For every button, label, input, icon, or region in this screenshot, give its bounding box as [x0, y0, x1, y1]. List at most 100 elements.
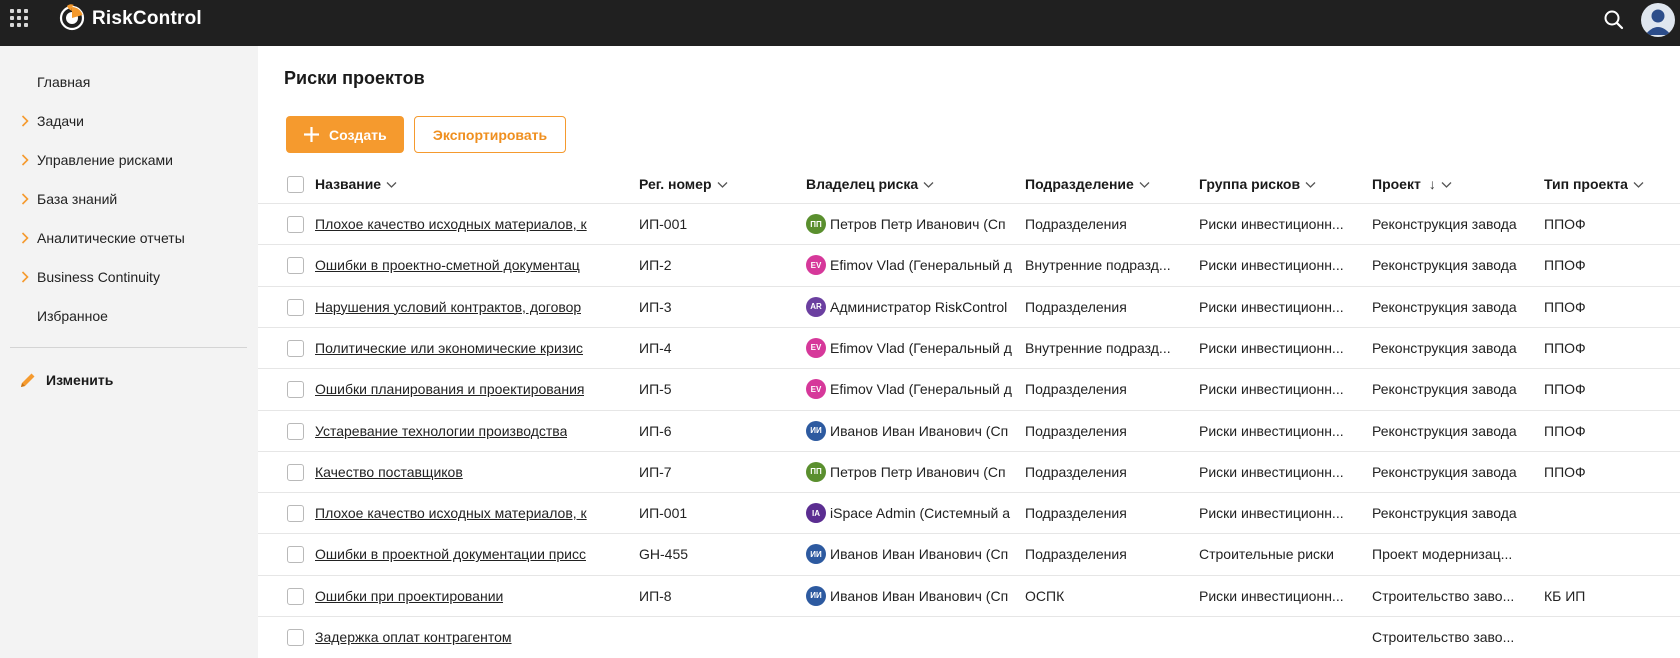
reg-number-cell: ИП-001 [639, 216, 688, 232]
owner-name: iSpace Admin (Системный а [830, 505, 1011, 522]
row-checkbox[interactable] [287, 216, 304, 233]
owner-avatar: EV [806, 337, 826, 358]
project-type-cell: ППОФ [1544, 216, 1586, 232]
table-row[interactable]: Нарушения условий контрактов, договор ИП-… [258, 285, 1680, 327]
project-type-cell: ППОФ [1544, 463, 1586, 480]
risk-owner-cell: ПП Петров Петр Иванович (Сп [806, 461, 1017, 484]
column-header-2[interactable]: Рег. номер [639, 176, 728, 192]
row-checkbox[interactable] [287, 422, 304, 440]
row-checkbox[interactable] [287, 463, 304, 481]
row-checkbox[interactable] [287, 257, 304, 275]
export-button[interactable]: Экспортировать [414, 116, 566, 153]
column-header-3[interactable]: Владелец риска [806, 176, 934, 192]
risk-group-cell: Риски инвестиционн... [1199, 422, 1344, 439]
reg-number-cell: ИП-8 [639, 587, 672, 604]
sidebar-item-1[interactable]: Главная [0, 67, 258, 97]
table-row[interactable]: Устаревание технологии производства ИП-6 И… [258, 409, 1680, 451]
risk-name-link[interactable]: Политические или экономические кризис [315, 340, 583, 356]
risk-group-cell: Риски инвестиционн... [1199, 257, 1344, 274]
column-header-1[interactable]: Название [315, 176, 397, 192]
sidebar-item-3[interactable]: Управление рисками [0, 145, 258, 175]
department-cell: Подразделения [1025, 463, 1127, 480]
project-cell: Реконструкция завода [1372, 422, 1517, 439]
row-checkbox[interactable] [287, 587, 304, 605]
risk-name-link[interactable]: Ошибки планирования и проектирования [315, 381, 584, 397]
risk-name-link[interactable]: Ошибки при проектировании [315, 588, 503, 604]
owner-name: Петров Петр Иванович (Сп [830, 463, 1006, 480]
department-cell: Подразделения [1025, 216, 1127, 232]
risk-owner-cell: ИИ Иванов Иван Иванович (Сп [806, 420, 1017, 443]
chevron-down-icon [1441, 182, 1452, 189]
search-icon[interactable] [1603, 9, 1625, 31]
riskcontrol-logo[interactable] [58, 3, 86, 31]
risk-group-cell: Риски инвестиционн... [1199, 463, 1344, 480]
risk-name-link[interactable]: Ошибки в проектной документации присс [315, 546, 586, 562]
apps-grid-icon[interactable] [10, 9, 28, 27]
owner-avatar: ИИ [806, 544, 826, 565]
table-row[interactable]: Ошибки планирования и проектирования ИП-5… [258, 368, 1680, 409]
table-row[interactable]: Задержка оплат контрагентом Строительство… [258, 616, 1680, 657]
sidebar-item-6[interactable]: Business Continuity [0, 262, 258, 292]
column-header-5[interactable]: Группа рисков [1199, 176, 1316, 192]
owner-name: Иванов Иван Иванович (Сп [830, 587, 1009, 604]
table-row[interactable]: Политические или экономические кризис ИП-… [258, 326, 1680, 368]
risk-owner-cell: ИИ Иванов Иван Иванович (Сп [806, 544, 1017, 566]
project-type-cell: ППОФ [1544, 381, 1586, 398]
row-checkbox[interactable] [287, 505, 304, 523]
column-header-6[interactable]: Проект ↓ [1372, 176, 1452, 192]
edit-navigation-button[interactable]: Изменить [0, 364, 258, 394]
reg-number-cell: GH-455 [639, 546, 689, 563]
user-avatar-icon[interactable] [1641, 3, 1675, 37]
column-header-7[interactable]: Тип проекта [1544, 176, 1644, 192]
sidebar-item-5[interactable]: Аналитические отчеты [0, 223, 258, 253]
risk-name-link[interactable]: Плохое качество исходных материалов, к [315, 216, 587, 232]
project-cell: Реконструкция завода [1372, 505, 1517, 522]
row-checkbox[interactable] [287, 546, 304, 564]
sidebar-item-2[interactable]: Задачи [0, 106, 258, 136]
table-row[interactable]: Качество поставщиков ИП-7 ПП Петров Петр Ив… [258, 450, 1680, 492]
chevron-down-icon [717, 182, 727, 189]
chevron-right-icon [21, 232, 29, 244]
owner-avatar: IA [806, 503, 826, 524]
department-cell: Подразделения [1025, 422, 1127, 439]
risk-name-link[interactable]: Задержка оплат контрагентом [315, 629, 512, 645]
sidebar-item-4[interactable]: База знаний [0, 184, 258, 214]
risk-name-link[interactable]: Нарушения условий контрактов, договор [315, 299, 581, 315]
column-header-label: Владелец риска [806, 176, 919, 192]
department-cell: Подразделения [1025, 381, 1127, 398]
project-cell: Реконструкция завода [1372, 339, 1517, 356]
risk-owner-cell: EV Efimov Vlad (Генеральный д [806, 379, 1017, 401]
owner-avatar: EV [806, 379, 826, 400]
risk-name-link[interactable]: Ошибки в проектно-сметной документац [315, 257, 580, 273]
risk-name-link[interactable]: Устаревание технологии производства [315, 423, 567, 439]
table-row[interactable]: Ошибки в проектной документации присс GH-… [258, 533, 1680, 574]
row-checkbox[interactable] [287, 339, 304, 357]
create-button[interactable]: Создать [286, 116, 404, 153]
table-row[interactable]: Плохое качество исходных материалов, к ИП… [258, 492, 1680, 533]
sidebar-item-label: Задачи [37, 113, 85, 129]
project-cell: Реконструкция завода [1372, 257, 1517, 274]
table-row[interactable]: Ошибки в проектно-сметной документац ИП-2… [258, 244, 1680, 285]
risk-name-link[interactable]: Качество поставщиков [315, 464, 463, 480]
department-cell: Внутренние подразд... [1025, 257, 1171, 274]
app-brand: RiskControl [92, 8, 202, 29]
row-checkbox[interactable] [287, 381, 304, 399]
row-checkbox[interactable] [287, 298, 304, 316]
chevron-right-icon [21, 154, 29, 166]
risk-group-cell: Риски инвестиционн... [1199, 587, 1344, 604]
project-cell: Реконструкция завода [1372, 463, 1517, 480]
risk-name-link[interactable]: Плохое качество исходных материалов, к [315, 505, 587, 521]
sidebar-item-7[interactable]: Избранное [0, 301, 258, 331]
department-cell: Подразделения [1025, 298, 1127, 315]
table-row[interactable]: Плохое качество исходных материалов, к ИП… [258, 203, 1680, 244]
reg-number-cell: ИП-7 [639, 463, 672, 480]
project-cell: Реконструкция завода [1372, 381, 1517, 398]
sidebar-item-label: Business Continuity [37, 269, 160, 285]
department-cell: Подразделения [1025, 505, 1127, 522]
risk-owner-cell: EV Efimov Vlad (Генеральный д [806, 255, 1017, 277]
column-header-label: Подразделение [1025, 176, 1134, 192]
row-checkbox[interactable] [287, 629, 304, 646]
select-all-checkbox[interactable] [287, 176, 304, 193]
column-header-4[interactable]: Подразделение [1025, 176, 1150, 192]
table-row[interactable]: Ошибки при проектировании ИП-8 ИИ Иванов Ив… [258, 574, 1680, 616]
